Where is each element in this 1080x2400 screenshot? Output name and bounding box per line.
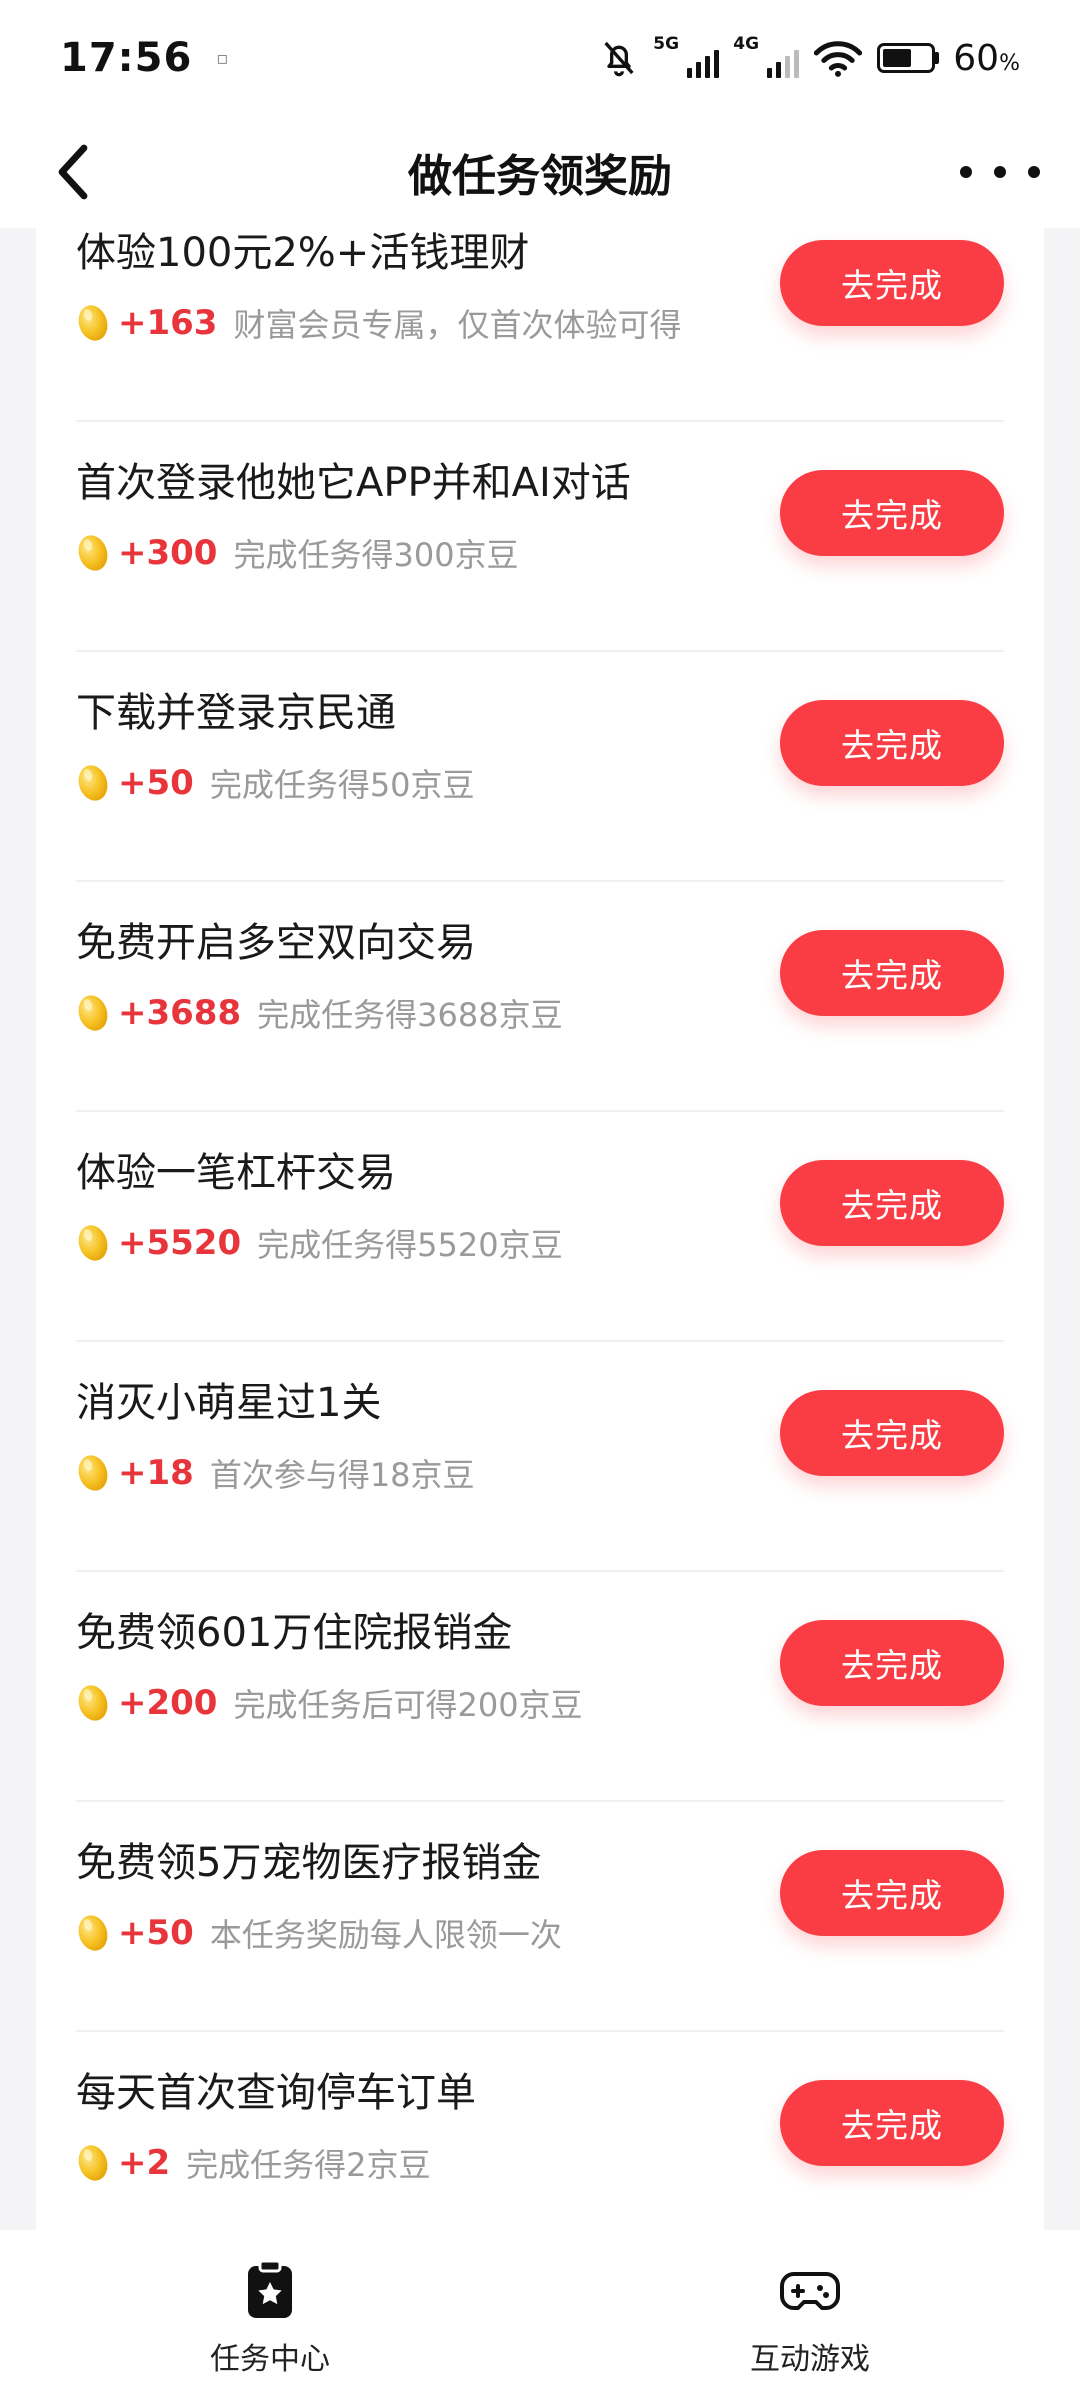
mute-bell-icon — [604, 41, 634, 77]
jingdou-bean-icon — [78, 2145, 108, 2181]
go-complete-button[interactable]: 去完成 — [780, 1160, 1004, 1246]
task-description: 财富会员专属，仅首次体验可得 — [233, 306, 682, 344]
task-title: 免费开启多空双向交易 — [76, 920, 476, 966]
battery-level: 60% — [953, 37, 1020, 79]
task-item: 体验100元2%+活钱理财 +163 财富会员专属，仅首次体验可得 去完成 — [76, 228, 1004, 422]
status-time: 17:56 — [60, 35, 193, 81]
task-description: 完成任务得2京豆 — [186, 2146, 431, 2184]
go-complete-button[interactable]: 去完成 — [780, 1620, 1004, 1706]
task-title: 体验100元2%+活钱理财 — [76, 230, 530, 276]
more-button[interactable] — [960, 144, 1040, 200]
jingdou-bean-icon — [78, 1915, 108, 1951]
go-complete-button[interactable]: 去完成 — [780, 930, 1004, 1016]
task-description: 本任务奖励每人限领一次 — [209, 1916, 562, 1954]
jingdou-bean-icon — [78, 1225, 108, 1261]
task-title: 下载并登录京民通 — [76, 690, 396, 736]
task-title: 免费领5万宠物医疗报销金 — [76, 1840, 542, 1886]
reward-amount: +3688 — [118, 993, 242, 1033]
task-reward-line: +5520 完成任务得5520京豆 — [76, 1220, 563, 1266]
reward-amount: +50 — [118, 1913, 194, 1953]
task-title: 免费领601万住院报销金 — [76, 1610, 513, 1656]
go-complete-button[interactable]: 去完成 — [780, 240, 1004, 326]
tab-interactive-games[interactable]: 互动游戏 — [540, 2230, 1080, 2400]
jingdou-bean-icon — [78, 765, 108, 801]
status-icons: 5G 4G 60% — [599, 34, 1020, 79]
more-dots-icon — [960, 166, 972, 178]
task-reward-line: +18 首次参与得18京豆 — [76, 1450, 475, 1496]
go-complete-button[interactable]: 去完成 — [780, 470, 1004, 556]
task-item: 每天首次查询停车订单 +2 完成任务得2京豆 去完成 — [76, 2032, 1004, 2230]
task-description: 完成任务后可得200京豆 — [233, 1686, 583, 1724]
task-list: 体验100元2%+活钱理财 +163 财富会员专属，仅首次体验可得 去完成 首次… — [36, 228, 1044, 2230]
task-description: 完成任务得300京豆 — [233, 536, 519, 574]
task-item: 体验一笔杠杆交易 +5520 完成任务得5520京豆 去完成 — [76, 1112, 1004, 1342]
task-reward-line: +163 财富会员专属，仅首次体验可得 — [76, 300, 681, 346]
jingdou-bean-icon — [78, 1455, 108, 1491]
go-complete-button[interactable]: 去完成 — [780, 700, 1004, 786]
jingdou-bean-icon — [78, 995, 108, 1031]
task-reward-line: +3688 完成任务得3688京豆 — [76, 990, 563, 1036]
task-description: 完成任务得50京豆 — [209, 766, 475, 804]
tab-label: 互动游戏 — [750, 2342, 870, 2377]
chevron-left-icon — [58, 144, 88, 200]
task-description: 完成任务得3688京豆 — [257, 996, 563, 1034]
task-title: 消灭小萌星过1关 — [76, 1380, 382, 1426]
task-title: 每天首次查询停车订单 — [76, 2070, 476, 2116]
reward-amount: +18 — [118, 1453, 194, 1493]
bottom-tab-bar: 任务中心 互动游戏 — [0, 2230, 1080, 2400]
battery-icon — [877, 43, 940, 73]
task-reward-line: +300 完成任务得300京豆 — [76, 530, 519, 576]
task-reward-line: +2 完成任务得2京豆 — [76, 2140, 431, 2186]
task-item: 免费领601万住院报销金 +200 完成任务后可得200京豆 去完成 — [76, 1572, 1004, 1802]
reward-amount: +2 — [118, 2143, 171, 2183]
back-button[interactable] — [40, 138, 108, 206]
gamepad-icon — [780, 2272, 840, 2310]
tab-task-center[interactable]: 任务中心 — [0, 2230, 540, 2400]
task-description: 完成任务得5520京豆 — [257, 1226, 563, 1264]
jingdou-bean-icon — [78, 1685, 108, 1721]
task-item: 消灭小萌星过1关 +18 首次参与得18京豆 去完成 — [76, 1342, 1004, 1572]
notification-icon: ▫ — [216, 47, 229, 69]
go-complete-button[interactable]: 去完成 — [780, 2080, 1004, 2166]
go-complete-button[interactable]: 去完成 — [780, 1850, 1004, 1936]
reward-amount: +200 — [118, 1683, 218, 1723]
task-title: 体验一笔杠杆交易 — [76, 1150, 396, 1196]
signal-4g-icon: 4G — [733, 34, 800, 78]
nav-bar: 做任务领奖励 — [0, 116, 1080, 228]
wifi-icon — [814, 41, 863, 77]
signal-5g-icon: 5G — [653, 34, 720, 78]
task-item: 免费开启多空双向交易 +3688 完成任务得3688京豆 去完成 — [76, 882, 1004, 1112]
page-title: 做任务领奖励 — [408, 151, 672, 202]
task-reward-line: +50 完成任务得50京豆 — [76, 760, 475, 806]
tab-label: 任务中心 — [210, 2342, 330, 2377]
task-item: 免费领5万宠物医疗报销金 +50 本任务奖励每人限领一次 去完成 — [76, 1802, 1004, 2032]
task-item: 下载并登录京民通 +50 完成任务得50京豆 去完成 — [76, 652, 1004, 882]
reward-amount: +50 — [118, 763, 194, 803]
reward-amount: +163 — [118, 303, 218, 343]
task-title: 首次登录他她它APP并和AI对话 — [76, 460, 631, 506]
task-item: 首次登录他她它APP并和AI对话 +300 完成任务得300京豆 去完成 — [76, 422, 1004, 652]
status-bar: 17:56 ▫ 5G 4G 60% — [0, 0, 1080, 116]
clipboard-star-icon — [248, 2259, 292, 2318]
jingdou-bean-icon — [78, 535, 108, 571]
reward-amount: +5520 — [118, 1223, 242, 1263]
task-reward-line: +50 本任务奖励每人限领一次 — [76, 1910, 562, 1956]
task-reward-line: +200 完成任务后可得200京豆 — [76, 1680, 583, 1726]
reward-amount: +300 — [118, 533, 218, 573]
jingdou-bean-icon — [78, 305, 108, 341]
task-description: 首次参与得18京豆 — [209, 1456, 475, 1494]
go-complete-button[interactable]: 去完成 — [780, 1390, 1004, 1476]
